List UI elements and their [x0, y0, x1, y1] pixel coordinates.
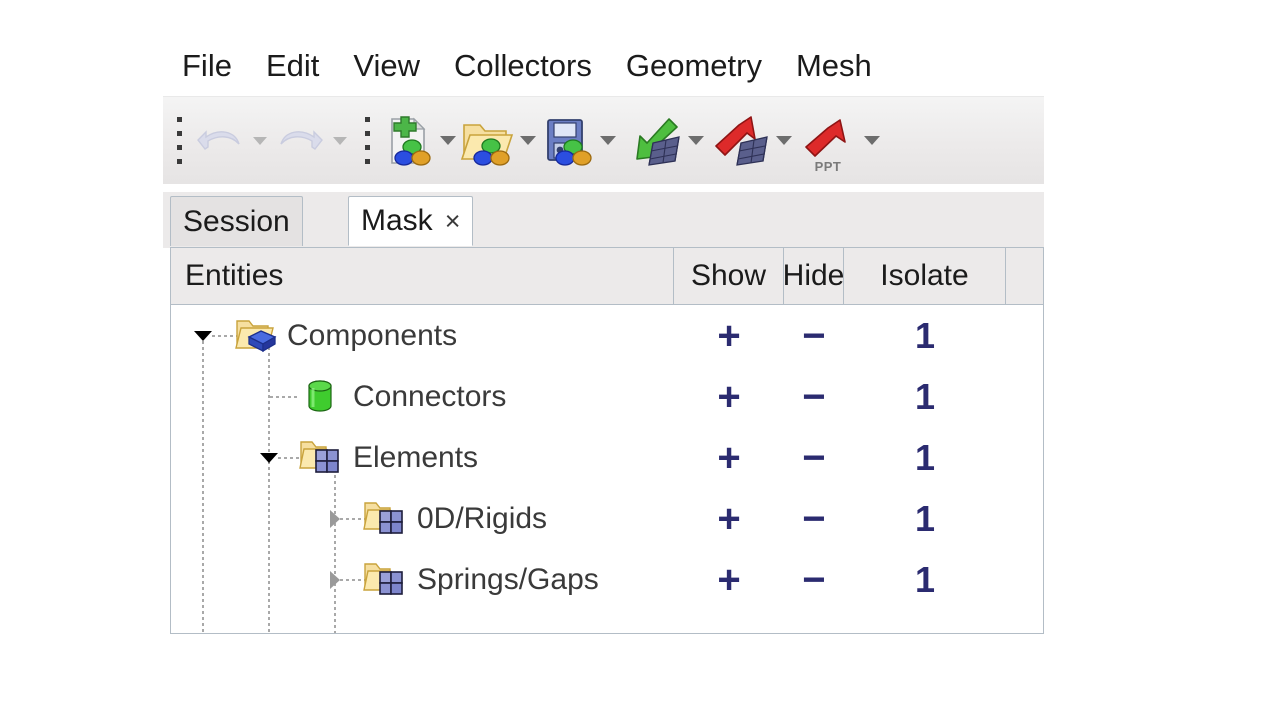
open-folder-icon [460, 123, 514, 166]
open-model-button[interactable] [459, 106, 517, 176]
folder-mesh-element-icon [363, 502, 403, 534]
isolate-action-button[interactable]: 1 [844, 549, 1006, 611]
model-browser-panel: Session Mask × Entities Show Hide Isolat… [163, 192, 1044, 634]
tree-item-connectors[interactable]: Connectors [171, 366, 674, 428]
hide-action-button[interactable]: − [784, 305, 844, 367]
table-row[interactable]: Elements + − 1 [171, 427, 1043, 489]
export-ppt-button[interactable]: PPT [795, 106, 861, 176]
export-dropdown-arrow[interactable] [773, 106, 795, 176]
tab-mask-label: Mask [361, 204, 433, 237]
save-model-button[interactable] [539, 106, 597, 176]
expander-expanded-icon[interactable] [260, 449, 278, 467]
hide-action-button[interactable]: − [784, 366, 844, 428]
tab-mask[interactable]: Mask × [348, 196, 474, 246]
menu-item-collectors[interactable]: Collectors [437, 38, 609, 94]
hide-action-button[interactable]: − [784, 549, 844, 611]
entity-tree: Components + − 1 Connectors + − 1 Elemen… [170, 305, 1044, 634]
redo-button[interactable] [271, 106, 329, 176]
export-red-arrow-icon [715, 115, 768, 166]
tree-item-label: Springs/Gaps [417, 563, 599, 596]
new-model-button[interactable] [379, 106, 437, 176]
row-spacer [1006, 366, 1043, 428]
tree-item-label: Elements [353, 441, 479, 474]
folder-mesh-element-icon [363, 563, 403, 595]
table-row[interactable]: Connectors + − 1 [171, 366, 1043, 428]
show-action-button[interactable]: + [674, 549, 784, 611]
tree-item-components[interactable]: Components [171, 305, 674, 367]
menu-item-edit[interactable]: Edit [249, 38, 336, 94]
tab-session-label: Session [183, 204, 290, 238]
tree-item-0d-rigids[interactable]: 0D/Rigids [171, 488, 674, 550]
expander-expanded-icon[interactable] [194, 327, 212, 345]
toolbar-section-divider [359, 110, 375, 172]
import-dropdown-arrow[interactable] [685, 106, 707, 176]
green-cylinder-connector-icon [308, 380, 332, 412]
row-spacer [1006, 488, 1043, 550]
table-row[interactable]: Springs/Gaps + − 1 [171, 549, 1043, 611]
toolbar-drag-handle[interactable] [171, 110, 187, 172]
export-ppt-icon [805, 118, 846, 157]
export-button[interactable] [707, 106, 773, 176]
table-row[interactable]: Components + − 1 [171, 305, 1043, 367]
isolate-action-button[interactable]: 1 [844, 488, 1006, 550]
import-button[interactable] [619, 106, 685, 176]
tab-session[interactable]: Session [170, 196, 303, 246]
undo-dropdown-arrow[interactable] [249, 106, 271, 176]
toolbar: PPT [163, 96, 1044, 184]
export-ppt-dropdown-arrow[interactable] [861, 106, 883, 176]
show-action-button[interactable]: + [674, 427, 784, 489]
tree-item-elements[interactable]: Elements [171, 427, 674, 489]
tree-item-label: 0D/Rigids [417, 502, 548, 535]
redo-arrow-icon [280, 129, 323, 150]
isolate-action-button[interactable]: 1 [844, 427, 1006, 489]
column-header-hide[interactable]: Hide [783, 248, 844, 304]
column-header-show[interactable]: Show [674, 248, 784, 304]
table-row[interactable]: 0D/Rigids + − 1 [171, 488, 1043, 550]
row-spacer [1006, 549, 1043, 611]
menu-item-file[interactable]: File [163, 38, 249, 94]
row-spacer [1006, 305, 1043, 367]
show-action-button[interactable]: + [674, 488, 784, 550]
undo-arrow-icon [197, 129, 240, 150]
save-model-dropdown-arrow[interactable] [597, 106, 619, 176]
new-model-dropdown-arrow[interactable] [437, 106, 459, 176]
tab-mask-close-icon[interactable]: × [445, 207, 461, 235]
import-green-arrow-icon [636, 117, 680, 166]
isolate-action-button[interactable]: 1 [844, 366, 1006, 428]
menu-item-view[interactable]: View [336, 38, 437, 94]
column-header-entities[interactable]: Entities [171, 248, 674, 304]
export-ppt-label: PPT [814, 158, 842, 174]
open-model-dropdown-arrow[interactable] [517, 106, 539, 176]
tree-item-springs-gaps[interactable]: Springs/Gaps [171, 549, 674, 611]
browser-tab-strip: Session Mask × [163, 192, 1044, 248]
undo-button[interactable] [191, 106, 249, 176]
redo-dropdown-arrow[interactable] [329, 106, 351, 176]
new-file-icon [391, 115, 431, 166]
show-action-button[interactable]: + [674, 366, 784, 428]
menu-bar: File Edit View Collectors Geometry Mesh [163, 38, 1044, 94]
tree-item-label: Components [287, 319, 458, 352]
column-header-spacer [1006, 248, 1043, 304]
show-action-button[interactable]: + [674, 305, 784, 367]
menu-item-mesh[interactable]: Mesh [779, 38, 889, 94]
tree-item-label: Connectors [353, 380, 507, 413]
column-header-row: Entities Show Hide Isolate [170, 247, 1044, 305]
isolate-action-button[interactable]: 1 [844, 305, 1006, 367]
folder-mesh-element-icon [299, 441, 339, 473]
tree-connector-line [270, 396, 300, 398]
column-header-isolate[interactable]: Isolate [844, 248, 1006, 304]
row-spacer [1006, 427, 1043, 489]
application-window: File Edit View Collectors Geometry Mesh [0, 0, 1280, 720]
hide-action-button[interactable]: − [784, 488, 844, 550]
menu-item-geometry[interactable]: Geometry [609, 38, 779, 94]
hide-action-button[interactable]: − [784, 427, 844, 489]
folder-component-cube-icon [235, 320, 277, 353]
save-floppy-icon [547, 118, 592, 166]
